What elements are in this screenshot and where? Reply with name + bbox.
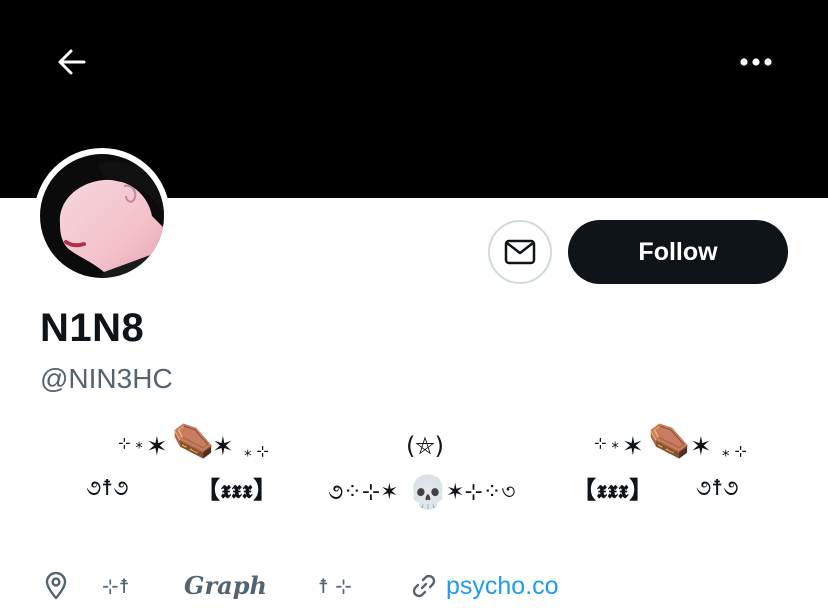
sparkle-decoration: ⁎ ⊹ xyxy=(722,442,747,460)
display-name: N1N8 xyxy=(40,306,145,350)
link-icon xyxy=(410,572,438,604)
cross-ornament: ૭☨૭ xyxy=(696,476,739,501)
profile-link[interactable]: psycho.co xyxy=(446,574,559,599)
star-icon: ✶ xyxy=(622,432,644,462)
location-pin-icon xyxy=(44,571,68,604)
sparkle-decoration: ⊹ ⁎ xyxy=(594,434,619,452)
avatar-image xyxy=(40,154,164,278)
message-button[interactable] xyxy=(488,220,552,284)
more-button[interactable] xyxy=(732,42,780,82)
coffin-icon: ⚰️ xyxy=(172,421,215,461)
arrow-left-icon xyxy=(58,49,86,75)
swirl-right-decoration: ✶⊹⁘৩ xyxy=(446,480,516,505)
bio-ornament: ⊹ ⁎ ✶ ⚰️ ✶ ⁎ ⊹ ૭☨૭ 【𝖝𝖝𝖝】 (⛤) ૭⁘⊹✶ 💀 ✶⊹⁘৩… xyxy=(0,420,828,530)
envelope-icon xyxy=(504,239,536,265)
location-decoration-right: ☨ ⊹ xyxy=(318,574,353,598)
location-decoration-left: ⊹☨ xyxy=(102,574,130,598)
location-text: 𝑮𝒓𝒂𝒑𝒉 xyxy=(184,571,267,600)
star-icon: ✶ xyxy=(146,432,168,462)
back-button[interactable] xyxy=(50,42,94,82)
coffin-icon: ⚰️ xyxy=(648,421,691,461)
bio-tag-left: 【𝖝𝖝𝖝】 xyxy=(196,475,279,504)
profile-meta: ⊹☨ 𝑮𝒓𝒂𝒑𝒉 ☨ ⊹ psycho.co xyxy=(0,560,828,610)
sparkle-decoration: ⁎ ⊹ xyxy=(244,442,269,460)
avatar[interactable] xyxy=(34,148,170,284)
cross-ornament: ૭☨૭ xyxy=(86,476,129,501)
star-icon: ✶ xyxy=(212,432,234,462)
pentagram-icon: (⛤) xyxy=(406,432,444,460)
sparkle-decoration: ⊹ ⁎ xyxy=(118,434,143,452)
skull-icon: 💀 xyxy=(408,473,448,511)
bio-tag-right: 【𝖝𝖝𝖝】 xyxy=(572,475,655,504)
follow-button[interactable]: Follow xyxy=(568,220,788,284)
swirl-left-decoration: ૭⁘⊹✶ xyxy=(328,480,399,505)
user-handle: @NIN3HC xyxy=(40,363,173,394)
star-icon: ✶ xyxy=(690,432,712,462)
more-horizontal-icon xyxy=(740,58,772,66)
